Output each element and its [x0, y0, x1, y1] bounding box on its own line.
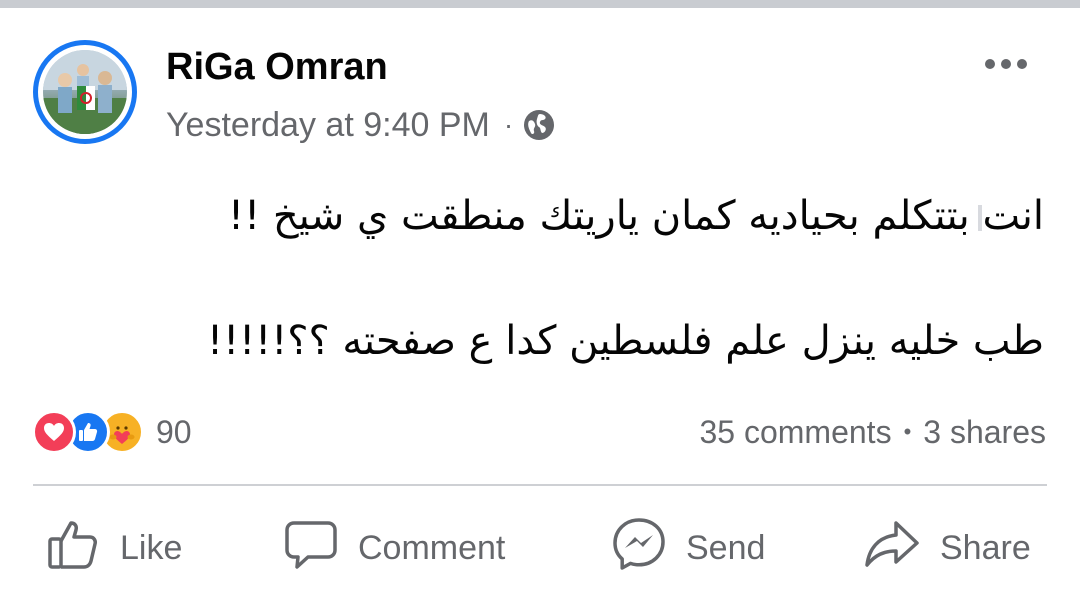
more-dot	[1017, 59, 1027, 69]
share-arrow-icon	[864, 517, 940, 580]
author-name[interactable]: RiGa Omran	[166, 44, 388, 90]
shares-count-link[interactable]: 3 shares	[923, 414, 1046, 451]
send-button[interactable]: Send	[612, 517, 766, 580]
like-button[interactable]: Like	[46, 518, 182, 578]
post-text-line: انت بتتكلم بحياديه كمان ياريتك منطقت ي ش…	[228, 193, 1044, 239]
messenger-icon	[612, 517, 686, 580]
post-text-line: طب خليه ينزل علم فلسطين كدا ع صفحته ؟؟!!…	[207, 318, 1044, 364]
meta-separator: ·	[503, 109, 514, 140]
comment-button[interactable]: Comment	[284, 518, 505, 578]
post-meta: Yesterday at 9:40 PM ·	[166, 103, 555, 147]
more-options-button[interactable]	[968, 44, 1044, 84]
reactions-summary[interactable]: 90	[32, 408, 192, 456]
comment-label: Comment	[358, 528, 506, 567]
actions-divider	[33, 484, 1047, 486]
reaction-count: 90	[156, 413, 192, 450]
comment-bubble-icon	[284, 517, 358, 580]
share-button[interactable]: Share	[864, 518, 1031, 578]
love-reaction-icon	[32, 410, 76, 454]
comments-count-link[interactable]: 35 comments	[699, 414, 891, 451]
author-avatar[interactable]	[33, 40, 137, 144]
share-label: Share	[940, 528, 1031, 567]
more-dot	[1001, 59, 1011, 69]
thumbs-up-icon	[46, 517, 120, 580]
post-timestamp[interactable]: Yesterday at 9:40 PM	[166, 106, 490, 145]
globe-icon	[523, 109, 555, 141]
send-label: Send	[686, 528, 766, 567]
like-label: Like	[120, 528, 183, 567]
more-dot	[985, 59, 995, 69]
top-divider-strip	[0, 0, 1080, 8]
engagement-stats: 35 comments • 3 shares	[699, 410, 1046, 454]
avatar-photo	[43, 50, 127, 134]
stats-separator: •	[903, 419, 912, 444]
